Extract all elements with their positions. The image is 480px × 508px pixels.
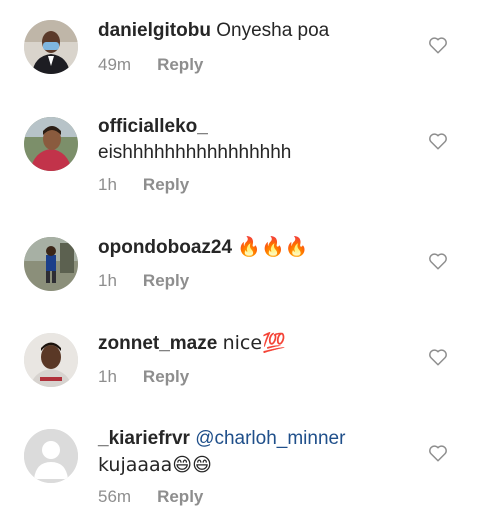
reply-button[interactable]: Reply: [143, 175, 189, 194]
avatar-photo-man-icon: [24, 333, 78, 387]
comment-time: 1h: [98, 367, 117, 386]
avatar[interactable]: [24, 117, 78, 171]
comment-username[interactable]: opondoboaz24: [98, 237, 232, 258]
comment-meta: 1h Reply: [98, 271, 189, 291]
like-heart-icon[interactable]: [428, 348, 448, 366]
avatar[interactable]: [24, 237, 78, 291]
like-heart-icon[interactable]: [428, 252, 448, 270]
comment-body: eishhhhhhhhhhhhhhhh: [98, 142, 292, 163]
comment-username[interactable]: zonnet_maze: [98, 333, 217, 354]
comment-time: 56m: [98, 487, 132, 506]
comment-body: kujaaaa😄😄: [98, 454, 212, 476]
reply-button[interactable]: Reply: [143, 367, 189, 386]
avatar[interactable]: [24, 20, 78, 74]
like-heart-icon[interactable]: [428, 444, 448, 462]
comment-body: Onyesha poa: [216, 20, 330, 41]
like-heart-icon[interactable]: [428, 36, 448, 54]
reply-button[interactable]: Reply: [157, 55, 203, 74]
comment-time: 49m: [98, 55, 132, 74]
avatar-photo-masked-man-icon: [24, 20, 78, 74]
comment-meta: 1h Reply: [98, 175, 189, 195]
comment-username[interactable]: danielgitobu: [98, 20, 211, 41]
mention-link[interactable]: @charloh_minner: [195, 428, 345, 449]
default-avatar-icon: [24, 429, 78, 483]
comment-text: officialleko_ eishhhhhhhhhhhhhhhh: [98, 114, 420, 166]
comment-time: 1h: [98, 271, 117, 290]
comment-body: 🔥🔥🔥: [237, 236, 309, 258]
avatar-photo-person-icon: [24, 117, 78, 171]
avatar[interactable]: [24, 429, 78, 483]
comment-text: zonnet_maze nice💯: [98, 330, 420, 357]
comment-text: _kiariefrvr @charloh_minner kujaaaa😄😄: [98, 426, 420, 478]
comment-text: opondoboaz24 🔥🔥🔥: [98, 234, 420, 261]
comment-text: danielgitobu Onyesha poa: [98, 18, 420, 44]
avatar-photo-outdoor-icon: [24, 237, 78, 291]
comment-meta: 1h Reply: [98, 367, 189, 387]
avatar[interactable]: [24, 333, 78, 387]
comment-username[interactable]: _kiariefrvr: [98, 428, 190, 449]
comment-meta: 56m Reply: [98, 487, 203, 507]
comment-meta: 49m Reply: [98, 55, 203, 75]
reply-button[interactable]: Reply: [157, 487, 203, 506]
like-heart-icon[interactable]: [428, 132, 448, 150]
reply-button[interactable]: Reply: [143, 271, 189, 290]
comment-time: 1h: [98, 175, 117, 194]
comment-body: nice💯: [222, 332, 286, 354]
comment-username[interactable]: officialleko_: [98, 114, 420, 140]
